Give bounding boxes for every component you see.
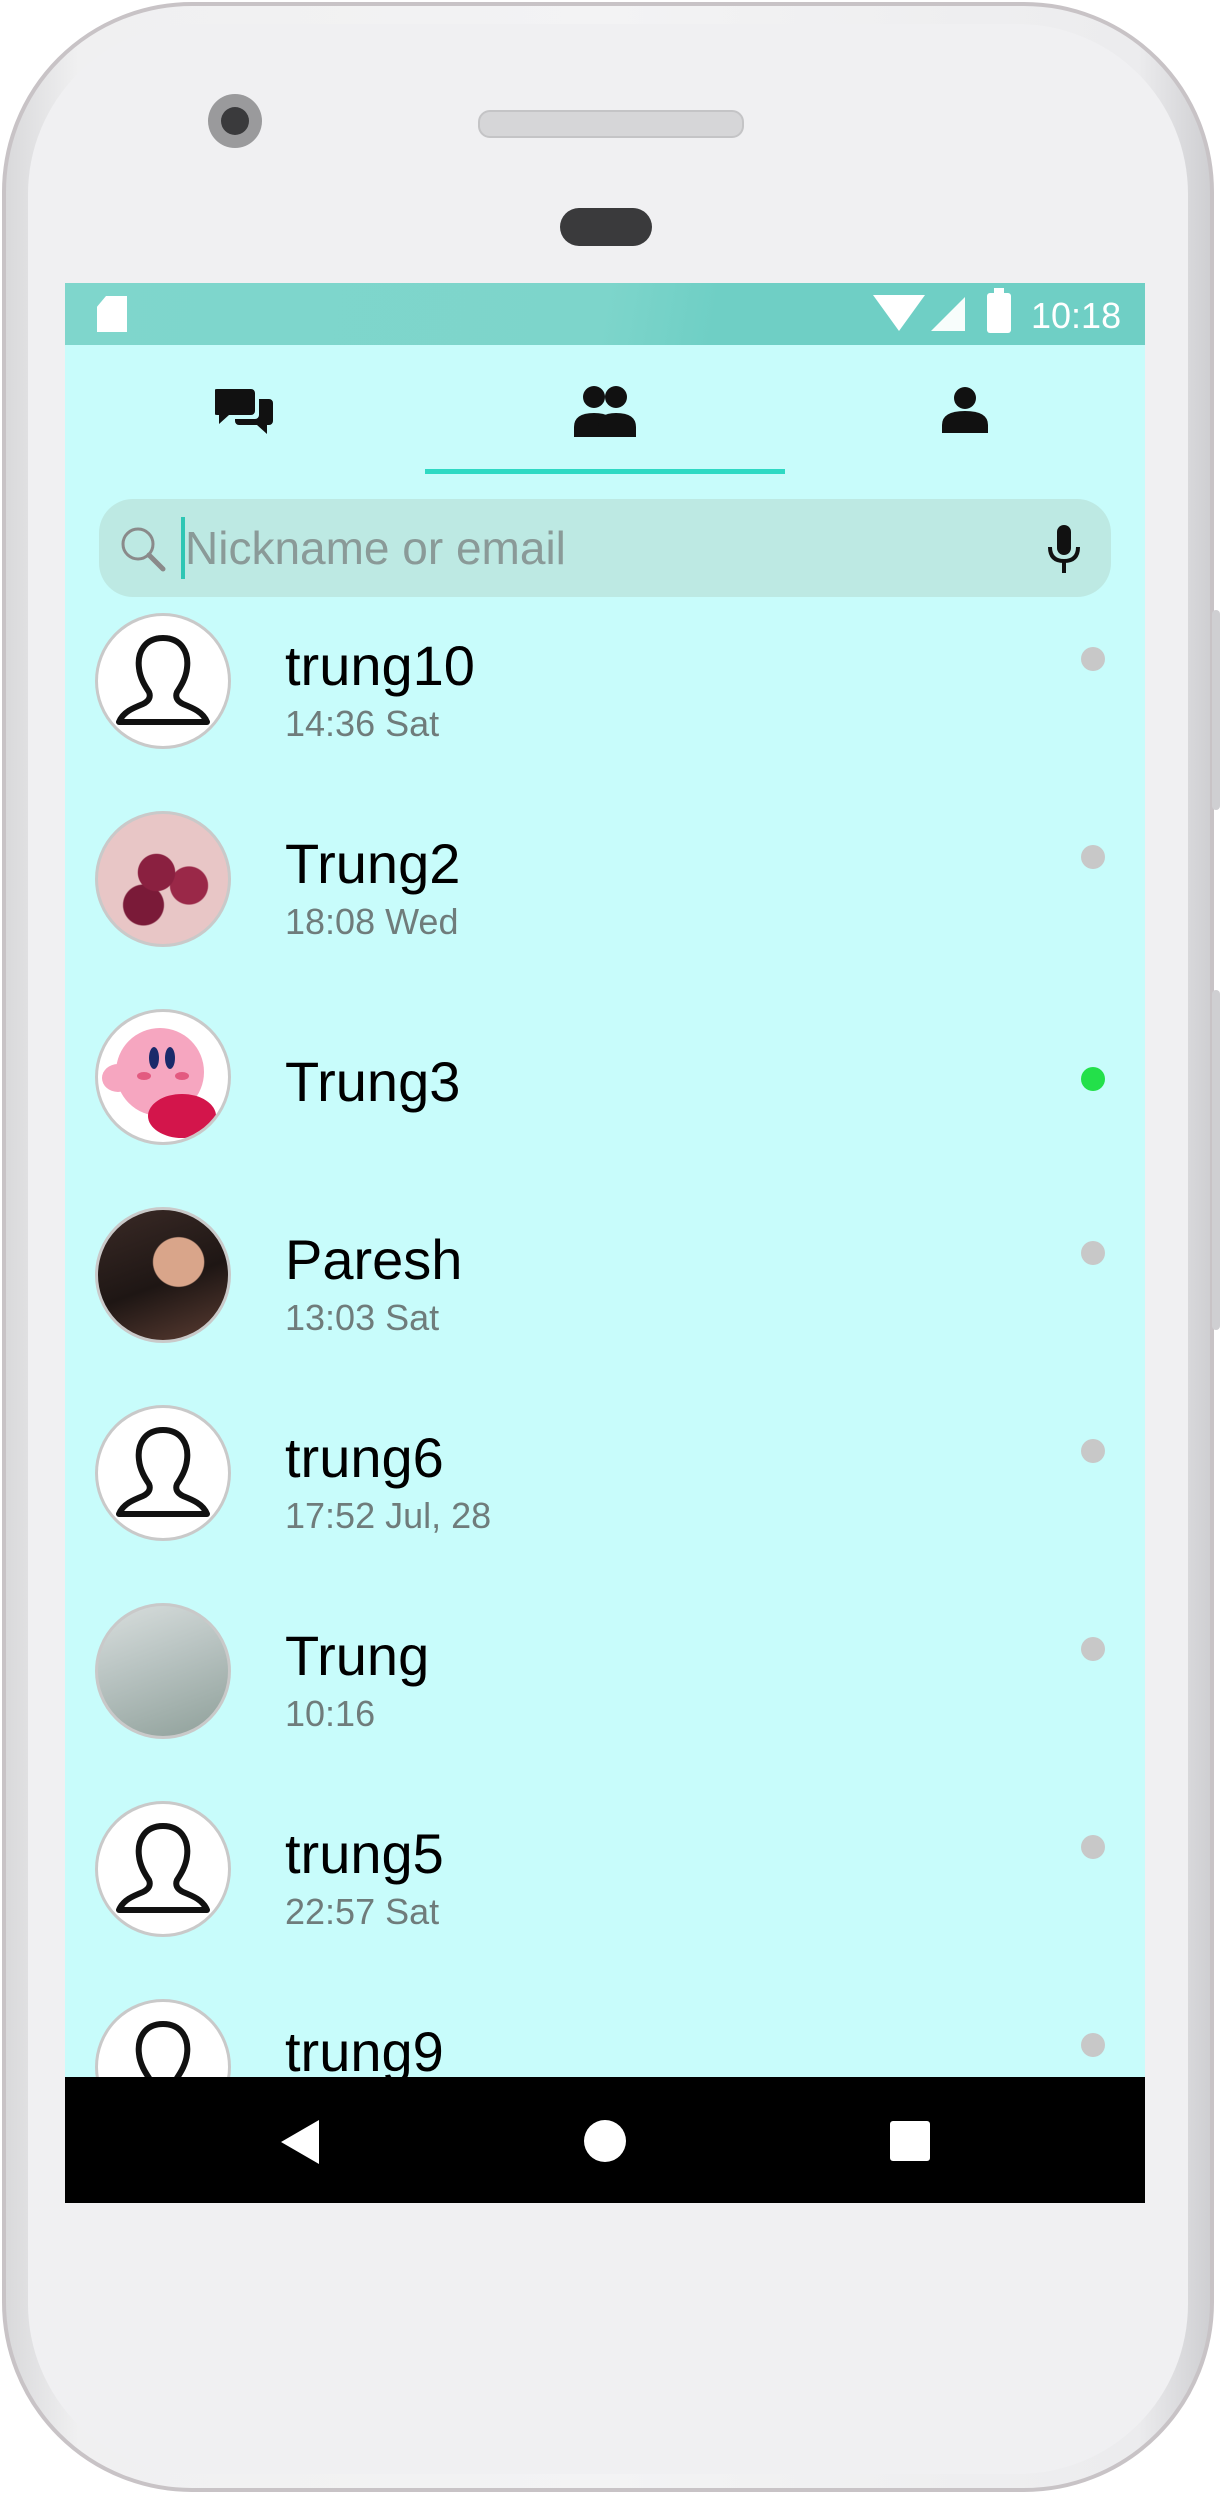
last-seen-time: 17:52 Jul, 28 <box>285 1495 492 1536</box>
wifi-icon <box>873 295 925 331</box>
contact-row-trung2[interactable]: Trung2 18:08 Wed <box>65 801 1145 999</box>
power-button <box>1212 610 1220 810</box>
last-seen-time: 14:36 Sat <box>285 703 440 744</box>
photo-avatar <box>95 1009 231 1145</box>
status-time: 10:18 <box>1031 295 1122 336</box>
offline-status-dot <box>1081 647 1105 671</box>
contact-name: trung9 <box>285 2020 444 2083</box>
contact-name: Paresh <box>285 1228 463 1291</box>
battery-charging-icon <box>987 288 1011 333</box>
person-silhouette-icon <box>116 1823 210 1913</box>
offline-status-dot <box>1081 1241 1105 1265</box>
last-seen-time: 10:16 <box>285 1693 376 1734</box>
kirby-image <box>102 1028 216 1138</box>
selected-tab-indicator <box>425 469 785 474</box>
app-screen: 10:18 Nickname or email trung10 14:36 Sa… <box>65 283 1145 2203</box>
home-icon[interactable] <box>584 2120 626 2162</box>
status-bar: 10:18 <box>65 283 1145 345</box>
front-camera <box>208 94 262 148</box>
tab-friends[interactable] <box>425 345 785 475</box>
default-avatar <box>95 613 231 749</box>
contact-row-trung6[interactable]: trung6 17:52 Jul, 28 <box>65 1395 1145 1593</box>
earpiece-speaker <box>478 110 744 138</box>
offline-status-dot <box>1081 845 1105 869</box>
contact-name: trung6 <box>285 1426 444 1489</box>
back-icon[interactable] <box>281 2120 319 2164</box>
sd-card-icon <box>97 296 127 332</box>
contact-name: trung10 <box>285 634 475 697</box>
offline-status-dot <box>1081 1835 1105 1859</box>
tab-bar <box>65 345 1145 481</box>
search-input[interactable] <box>185 517 1025 579</box>
contact-name: Trung3 <box>285 1050 461 1113</box>
last-seen-time: 18:08 Wed <box>285 901 459 942</box>
contact-row-trung[interactable]: Trung 10:16 <box>65 1593 1145 1791</box>
search-icon <box>121 527 166 572</box>
proximity-sensor <box>560 208 652 246</box>
tab-chats[interactable] <box>65 345 425 475</box>
contact-row-trung3[interactable]: Trung3 <box>65 999 1145 1197</box>
default-avatar <box>95 1405 231 1541</box>
chats-icon <box>215 389 273 434</box>
system-navigation-bar <box>65 2077 1145 2203</box>
cell-signal-icon <box>931 297 965 331</box>
person-silhouette-icon <box>116 1427 210 1517</box>
photo-avatar <box>95 1603 231 1739</box>
online-status-dot <box>1081 1067 1105 1091</box>
photo-avatar <box>95 811 231 947</box>
contact-row-trung10[interactable]: trung10 14:36 Sat <box>65 603 1145 801</box>
person-silhouette-icon <box>116 635 210 725</box>
contact-name: Trung <box>285 1624 430 1687</box>
contact-name: trung5 <box>285 1822 444 1885</box>
volume-button <box>1212 990 1220 1330</box>
contact-name: Trung2 <box>285 832 461 895</box>
last-seen-time: 22:57 Sat <box>285 1891 440 1932</box>
contact-row-paresh[interactable]: Paresh 13:03 Sat <box>65 1197 1145 1395</box>
profile-icon <box>942 387 988 433</box>
friends-icon <box>574 386 636 437</box>
offline-status-dot <box>1081 2033 1105 2057</box>
last-seen-time: 13:03 Sat <box>285 1297 440 1338</box>
search-bar <box>99 499 1111 597</box>
contact-row-trung5[interactable]: trung5 22:57 Sat <box>65 1791 1145 1989</box>
photo-avatar <box>95 1207 231 1343</box>
microphone-icon[interactable] <box>1047 525 1081 575</box>
recent-apps-icon[interactable] <box>890 2121 930 2161</box>
offline-status-dot <box>1081 1439 1105 1463</box>
offline-status-dot <box>1081 1637 1105 1661</box>
tab-profile[interactable] <box>785 345 1145 475</box>
default-avatar <box>95 1801 231 1937</box>
